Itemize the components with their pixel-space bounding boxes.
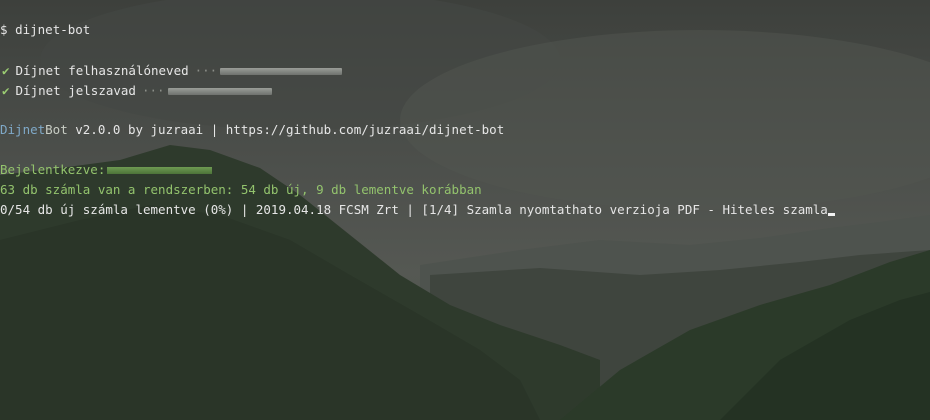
app-name-part1: Dijnet: [0, 122, 46, 137]
username-dots: ···: [194, 63, 218, 78]
progress-line: 0/54 db új számla lementve (0%) | 2019.0…: [0, 202, 835, 218]
terminal-cursor: [827, 213, 835, 216]
command-line: $ dijnet-bot: [0, 22, 90, 38]
app-name-part2: Bot: [45, 122, 68, 137]
check-icon: ✔: [2, 63, 10, 78]
username-prompt-label: Díjnet felhasználóneved: [15, 63, 189, 78]
redacted-login-name: [107, 167, 213, 174]
login-label: Bejelentkezve:: [0, 162, 106, 177]
password-dots: ···: [141, 83, 165, 98]
app-banner-rest: v2.0.0 by juzraai | https://github.com/j…: [67, 122, 505, 137]
progress-text: 0/54 db új számla lementve (0%) | 2019.0…: [0, 202, 828, 217]
redacted-username: [220, 68, 343, 75]
prompt-symbol: $: [0, 22, 8, 37]
username-prompt-line[interactable]: ✔ Díjnet felhasználóneved ···: [0, 63, 343, 79]
login-status-line: Bejelentkezve:: [0, 162, 213, 178]
password-prompt-label: Díjnet jelszavad: [15, 83, 136, 98]
command-text: dijnet-bot: [15, 22, 91, 37]
invoice-count-line: 63 db számla van a rendszerben: 54 db új…: [0, 182, 482, 197]
terminal-window[interactable]: $ dijnet-bot ✔ Díjnet felhasználóneved ···…: [0, 0, 930, 420]
check-icon: ✔: [2, 83, 10, 98]
app-banner: DijnetBot v2.0.0 by juzraai | https://gi…: [0, 122, 504, 138]
password-prompt-line[interactable]: ✔ Díjnet jelszavad ···: [0, 83, 272, 99]
redacted-password: [167, 88, 272, 95]
